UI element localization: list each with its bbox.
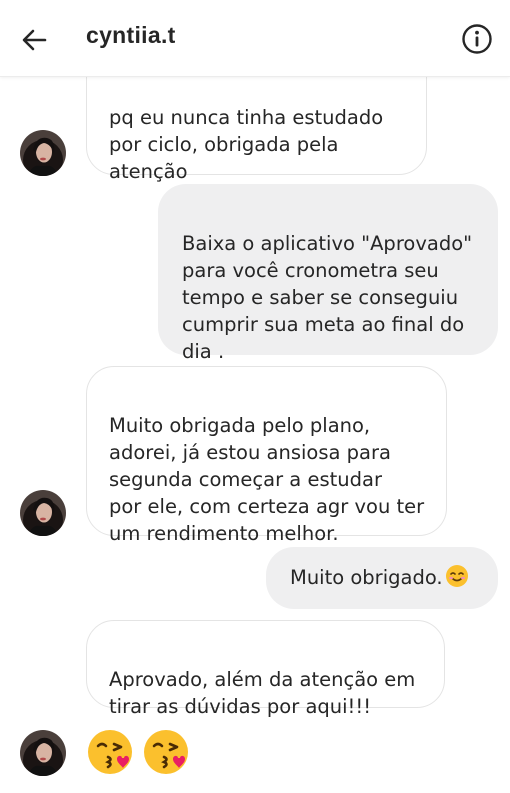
conversation-username[interactable]: cyntiia.t: [86, 22, 176, 49]
dm-conversation-screen: cyntiia.t pq eu nunca tinha estudado por…: [0, 0, 510, 793]
outgoing-message[interactable]: Baixa o aplicativo "Aprovado" para você …: [158, 184, 498, 363]
smiling-face-icon: [445, 565, 468, 587]
kissing-face-icon: [88, 730, 132, 774]
emoji-message[interactable]: [86, 728, 196, 778]
outgoing-message[interactable]: Muito obrigado.: [266, 547, 498, 609]
avatar[interactable]: [20, 130, 66, 176]
profile-photo: [20, 130, 66, 176]
profile-photo: [20, 490, 66, 536]
kissing-face-icon: [144, 730, 188, 774]
message-text: Muito obrigada pelo plano, adorei, já es…: [109, 414, 425, 545]
message-text: Baixa o aplicativo "Aprovado" para você …: [182, 232, 473, 363]
incoming-message[interactable]: Muito obrigada pelo plano, adorei, já es…: [86, 366, 447, 545]
avatar[interactable]: [20, 490, 66, 536]
avatar[interactable]: [20, 730, 66, 776]
message-text: Aprovado, além da atenção em tirar as dú…: [109, 668, 416, 718]
message-text: pq eu nunca tinha estudado por ciclo, ob…: [109, 106, 384, 183]
info-button[interactable]: [460, 22, 494, 56]
arrow-left-icon: [22, 29, 47, 51]
message-text: Muito obrigado.: [290, 566, 443, 589]
incoming-message[interactable]: Aprovado, além da atenção em tirar as dú…: [86, 620, 445, 718]
back-button[interactable]: [14, 20, 54, 60]
info-icon: [462, 24, 492, 54]
chat-header: cyntiia.t: [0, 0, 510, 77]
profile-photo: [20, 730, 66, 776]
